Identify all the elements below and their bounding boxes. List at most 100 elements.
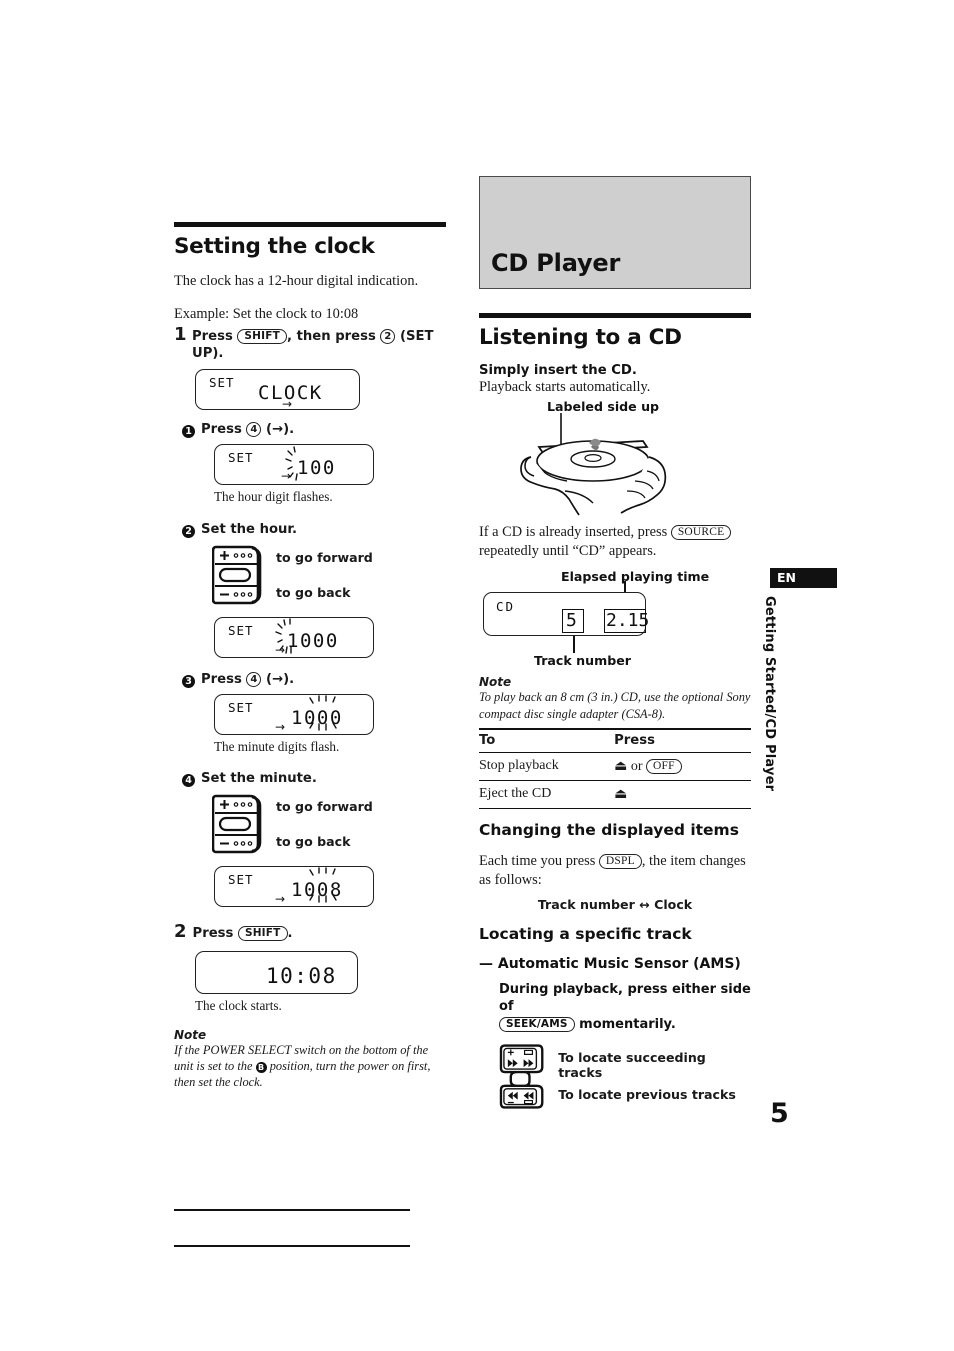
lcd-set-indicator: SET (228, 872, 254, 888)
substep-3-text-b: (→). (266, 672, 295, 688)
cell-press: ⏏ or OFF (604, 752, 751, 781)
source-text-a: If a CD is already inserted, press (479, 524, 668, 541)
lcd-hour-set: SET → 1000 (214, 617, 374, 659)
lcd-minute-set: SET → 10 08 (214, 866, 374, 908)
cell-action: Eject the CD (479, 780, 605, 809)
note-body: To play back an 8 cm (3 in.) CD, use the… (479, 690, 751, 721)
go-forward-label: to go forward (276, 550, 373, 566)
go-back-label: to go back (276, 834, 351, 850)
volume-rocker-icon (212, 795, 262, 854)
page-title: Setting the clock (174, 234, 375, 259)
source-text-b: repeatedly until “CD” appears. (479, 543, 657, 560)
language-tab: EN (770, 568, 837, 588)
page-number: 5 (770, 1098, 789, 1129)
lcd-hour-set-value: 1000 (275, 618, 339, 655)
step-2-text: Press SHIFT. (193, 926, 293, 943)
power-select-b-badge: B (255, 1061, 267, 1073)
footer-rule-1 (174, 1209, 410, 1211)
lcd-set-indicator: SET (209, 375, 235, 391)
labeled-side-up-label: Labeled side up (547, 399, 660, 415)
displayed-items-heading: Changing the displayed items (479, 820, 739, 839)
key-shift[interactable]: SHIFT (237, 329, 287, 345)
key-2[interactable]: 2 (380, 329, 396, 345)
flashing-digit: 08 (309, 867, 343, 904)
example-line: Example: Set the clock to 10:08 (174, 306, 359, 323)
flashing-digit: 1 (275, 618, 300, 655)
step-2-text-a: Press (192, 926, 234, 942)
ams-text-b: momentarily. (579, 1016, 676, 1032)
volume-rocker-group-2: to go forward to go back (212, 792, 446, 856)
table-row: Eject the CD ⏏ (479, 780, 751, 809)
key-seek-ams[interactable]: SEEK/AMS (499, 1016, 575, 1032)
lcd-hour-flash: SET → 100 (214, 443, 374, 485)
key-4[interactable]: 4 (246, 672, 262, 688)
lcd-minute-flash: SET → 10 00 (214, 693, 374, 735)
col-header-press: Press (604, 727, 751, 753)
seek-switch-group: To locate succeeding tracks To locate pr… (499, 1041, 751, 1111)
language-tab-label: EN (777, 570, 797, 585)
section-rule (479, 313, 751, 318)
press-conjunction: or (630, 758, 643, 774)
chapter-side-label: Getting Started/CD Player (762, 596, 777, 792)
previous-tracks-label: To locate previous tracks (558, 1087, 736, 1103)
insert-body: Playback starts automatically. (479, 379, 651, 395)
step-1-number: 1 (174, 324, 187, 346)
key-shift[interactable]: SHIFT (237, 926, 288, 942)
displayed-items-body: Each time you press DSPL, the item chang… (479, 852, 751, 890)
source-instruction: If a CD is already inserted, press SOURC… (479, 523, 751, 561)
final-caption: The clock starts. (195, 997, 282, 1013)
hand-inserting-cd-icon (520, 413, 667, 516)
cell-action: Stop playback (479, 752, 605, 781)
go-back-label: to go back (276, 585, 351, 601)
substep-4-bullet: 4 (182, 773, 195, 787)
substep-3-text: Press 4 (→). (201, 672, 294, 689)
section-title: Listening to a CD (479, 325, 682, 350)
table-header-row: To Press (479, 727, 751, 753)
key-4[interactable]: 4 (246, 422, 262, 438)
flashing-digit: 00 (309, 695, 343, 731)
step-1-text-a: Press (192, 329, 233, 345)
step-1: 1 Press SHIFT, then press 2 (SET UP). (174, 326, 446, 362)
substep-1-text-b: (→). (266, 422, 295, 438)
footer-rule-2 (174, 1245, 410, 1247)
key-source[interactable]: SOURCE (670, 525, 732, 541)
table-row: Stop playback ⏏ or OFF (479, 752, 751, 781)
substep-1-text-a: Press (201, 422, 242, 438)
lcd-arrow-icon: → (275, 719, 286, 734)
lcd-set-indicator: SET (228, 623, 254, 639)
display-diagram: Elapsed playing time CD 5 2.15 Track num… (479, 569, 751, 671)
step-2-text-b: . (287, 926, 293, 942)
ams-heading: Locating a specific track (479, 924, 692, 943)
substep-1: 1 Press 4 (→). (182, 422, 446, 439)
lcd-final-value: 10:08 (266, 963, 337, 988)
substep-4-text: Set the minute. (201, 770, 317, 786)
dspl-text-a: Each time you press (479, 852, 596, 869)
ams-text-a: During playback, press either side of (499, 981, 751, 1015)
manual-page: Setting the clock The clock has a 12-hou… (0, 0, 954, 1351)
ams-instruction-block: During playback, press either side of SE… (499, 981, 751, 1112)
step-1-text-b: , then press (287, 329, 376, 345)
substep-1-caption: The hour digit flashes. (214, 488, 333, 504)
step-1-text: Press SHIFT, then press 2 (SET UP). (192, 329, 446, 362)
go-forward-label: to go forward (276, 799, 373, 815)
key-dspl[interactable]: DSPL (598, 853, 642, 869)
lcd-set-indicator: SET (228, 449, 254, 465)
display-flow: Track number ↔ Clock (537, 896, 693, 912)
substep-2-text: Set the hour. (201, 521, 298, 537)
lcd-minute-set-value: 10 08 (291, 867, 343, 904)
succeeding-tracks-label: To locate succeeding tracks (558, 1050, 706, 1081)
volume-rocker-group: to go forward to go back (212, 543, 446, 607)
substep-3-text-a: Press (201, 672, 242, 688)
substep-1-bullet: 1 (182, 425, 195, 439)
section-rule (174, 222, 446, 227)
lcd-elapsed-time: 2.15 (606, 610, 650, 632)
chapter-banner-title: CD Player (491, 249, 621, 277)
lcd-hour-value: 100 (285, 446, 336, 481)
lcd-cd-display: CD 5 2.15 (483, 592, 650, 637)
track-number-label: Track number (534, 653, 631, 669)
static-digit-text: 000 (299, 630, 339, 653)
key-off[interactable]: OFF (646, 758, 682, 774)
eject-icon: ⏏ (614, 786, 628, 802)
insert-subhead: Simply insert the CD. (479, 363, 637, 378)
flashing-digit: 1 (285, 446, 310, 481)
